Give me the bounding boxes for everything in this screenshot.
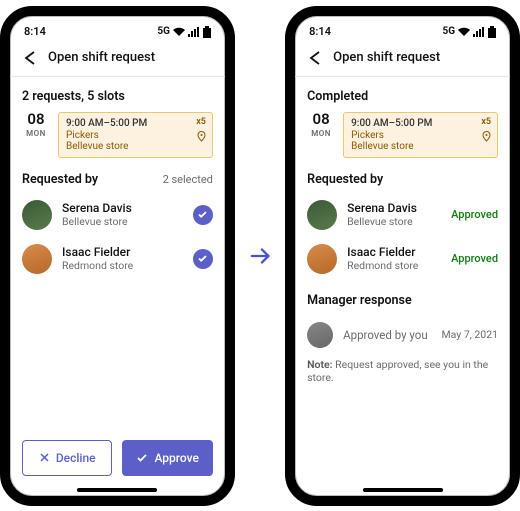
requester-name: Serena Davis xyxy=(62,201,183,215)
shift-slots: x5 xyxy=(481,117,491,127)
status-bar: 8:14 5G xyxy=(10,16,225,42)
network-label: 5G xyxy=(157,26,170,37)
summary-text: Completed xyxy=(307,77,498,112)
shift-row: 08 MON 9:00 AM–5:00 PM Pickers Bellevue … xyxy=(22,112,213,158)
phone-right: 8:14 5G Open shift request Completed 08 … xyxy=(285,6,520,506)
status-badge: Approved xyxy=(451,252,498,265)
home-indicator xyxy=(77,488,157,492)
shift-role: Pickers xyxy=(66,130,205,141)
requester-info: Serena Davis Bellevue store xyxy=(347,201,441,229)
requester-info: Isaac Fielder Redmond store xyxy=(62,245,183,273)
wifi-icon xyxy=(458,27,470,37)
close-icon xyxy=(39,452,50,463)
arrow-right-icon xyxy=(249,244,271,268)
location-icon xyxy=(482,131,491,142)
requester-store: Redmond store xyxy=(347,260,441,273)
summary-text: 2 requests, 5 slots xyxy=(22,77,213,112)
requester-row[interactable]: Isaac Fielder Redmond store Approved xyxy=(307,237,498,281)
requester-name: Isaac Fielder xyxy=(347,245,441,259)
check-icon xyxy=(136,452,148,464)
battery-icon xyxy=(488,26,496,38)
date-column: 08 MON xyxy=(22,112,50,158)
status-time: 8:14 xyxy=(24,25,46,38)
requester-name: Isaac Fielder xyxy=(62,245,183,259)
shift-role: Pickers xyxy=(351,130,490,141)
approve-label: Approve xyxy=(154,451,198,465)
status-bar: 8:14 5G xyxy=(295,16,510,42)
signal-icon xyxy=(188,27,200,37)
phone-left: 8:14 5G Open shift request 2 requests, 5… xyxy=(0,6,235,506)
note-label: Note: xyxy=(307,358,332,371)
shift-slots: x5 xyxy=(196,117,206,127)
app-header: Open shift request xyxy=(295,42,510,77)
requester-row[interactable]: Serena Davis Bellevue store Approved xyxy=(307,193,498,237)
shift-time: 9:00 AM–5:00 PM xyxy=(66,118,205,129)
note-text: Request approved, see you in the store. xyxy=(307,358,488,384)
back-icon[interactable] xyxy=(307,50,323,66)
shift-row: 08 MON 9:00 AM–5:00 PM Pickers Bellevue … xyxy=(307,112,498,158)
avatar xyxy=(307,322,333,348)
requester-store: Bellevue store xyxy=(62,216,183,229)
wifi-icon xyxy=(173,27,185,37)
decline-label: Decline xyxy=(56,451,96,465)
requester-row[interactable]: Isaac Fielder Redmond store xyxy=(22,237,213,281)
approve-button[interactable]: Approve xyxy=(122,440,212,476)
requested-by-header: Requested by xyxy=(307,158,498,193)
check-icon xyxy=(197,209,208,220)
selected-check[interactable] xyxy=(193,205,213,225)
selected-check[interactable] xyxy=(193,249,213,269)
content-right: Completed 08 MON 9:00 AM–5:00 PM Pickers… xyxy=(295,77,510,496)
requester-info: Serena Davis Bellevue store xyxy=(62,201,183,229)
manager-response-label: Manager response xyxy=(307,281,498,316)
requester-row[interactable]: Serena Davis Bellevue store xyxy=(22,193,213,237)
shift-time: 9:00 AM–5:00 PM xyxy=(351,118,490,129)
requested-by-label: Requested by xyxy=(22,172,98,187)
status-icons: 5G xyxy=(442,26,496,38)
date-day: 08 xyxy=(307,112,335,127)
status-icons: 5G xyxy=(157,26,211,38)
decline-button[interactable]: Decline xyxy=(22,440,112,476)
requester-store: Redmond store xyxy=(62,260,183,273)
manager-response-row: Approved by you May 7, 2021 xyxy=(307,316,498,354)
requester-store: Bellevue store xyxy=(347,216,441,229)
status-time: 8:14 xyxy=(309,25,331,38)
requester-name: Serena Davis xyxy=(347,201,441,215)
avatar xyxy=(307,200,337,230)
date-weekday: MON xyxy=(22,129,50,138)
requested-by-label: Requested by xyxy=(307,172,383,187)
battery-icon xyxy=(203,26,211,38)
check-icon xyxy=(197,253,208,264)
action-footer: Decline Approve xyxy=(10,430,225,496)
avatar xyxy=(22,244,52,274)
manager-response-date: May 7, 2021 xyxy=(441,328,498,341)
shift-store: Bellevue store xyxy=(351,141,490,152)
network-label: 5G xyxy=(442,26,455,37)
content-left: 2 requests, 5 slots 08 MON 9:00 AM–5:00 … xyxy=(10,77,225,430)
app-header: Open shift request xyxy=(10,42,225,77)
home-indicator xyxy=(363,488,443,492)
manager-note: Note: Request approved, see you in the s… xyxy=(307,354,498,388)
requested-by-header: Requested by 2 selected xyxy=(22,158,213,193)
shift-card[interactable]: 9:00 AM–5:00 PM Pickers Bellevue store x… xyxy=(58,112,213,158)
signal-icon xyxy=(473,27,485,37)
manager-response-text: Approved by you xyxy=(343,328,431,342)
page-title: Open shift request xyxy=(333,50,440,65)
shift-store: Bellevue store xyxy=(66,141,205,152)
status-badge: Approved xyxy=(451,208,498,221)
avatar xyxy=(307,244,337,274)
selected-count: 2 selected xyxy=(163,173,213,186)
requester-info: Isaac Fielder Redmond store xyxy=(347,245,441,273)
location-icon xyxy=(197,131,206,142)
shift-card[interactable]: 9:00 AM–5:00 PM Pickers Bellevue store x… xyxy=(343,112,498,158)
back-icon[interactable] xyxy=(22,50,38,66)
date-day: 08 xyxy=(22,112,50,127)
page-title: Open shift request xyxy=(48,50,155,65)
date-weekday: MON xyxy=(307,129,335,138)
avatar xyxy=(22,200,52,230)
date-column: 08 MON xyxy=(307,112,335,158)
